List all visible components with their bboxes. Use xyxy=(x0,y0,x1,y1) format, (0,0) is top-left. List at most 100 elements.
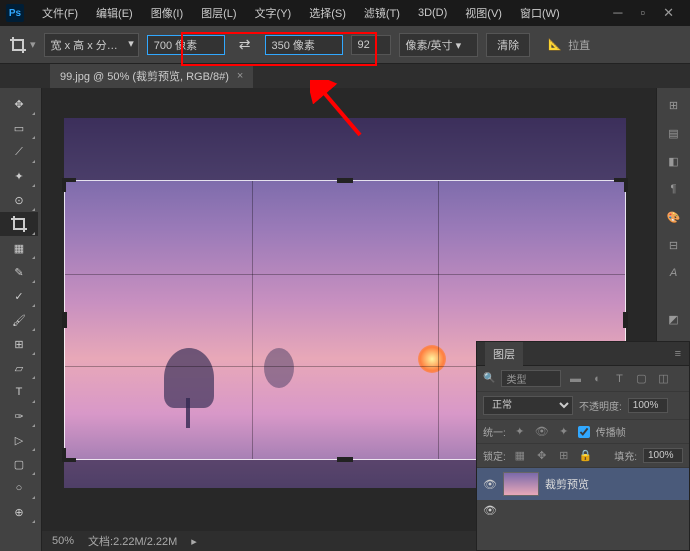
type-tool[interactable]: T xyxy=(0,380,38,404)
lock-pixels-icon[interactable]: ▦ xyxy=(512,449,528,463)
pen-tool[interactable]: ✑ xyxy=(0,404,38,428)
crop-handle-bottom[interactable] xyxy=(337,457,353,462)
layers-panel-header[interactable]: 图层 ≡ xyxy=(477,342,689,366)
channels-icon[interactable]: ◧ xyxy=(663,150,685,172)
marquee-tool[interactable]: ▭ xyxy=(0,116,38,140)
layers-icon[interactable]: ▤ xyxy=(663,122,685,144)
crop-preset-select[interactable]: 宽 x 高 x 分… ▾ xyxy=(44,33,139,57)
layer-visibility-icon[interactable]: 👁 xyxy=(483,504,497,517)
tab-close-icon[interactable]: × xyxy=(237,70,243,82)
crop-shield-top xyxy=(64,118,626,180)
crop-tool-icon xyxy=(10,37,26,53)
crop-grid-line xyxy=(438,181,439,459)
straighten-icon[interactable]: 📐 xyxy=(546,37,564,53)
zoom-level[interactable]: 50% xyxy=(52,535,74,547)
crop-handle-tl[interactable] xyxy=(62,178,66,192)
character-icon[interactable]: A xyxy=(663,262,685,284)
menu-image[interactable]: 图像(I) xyxy=(143,2,191,24)
layers-panel: 图层 ≡ 🔍 ▬ ◐ T ▢ ◫ 正常 不透明度: 统一: ✦ 👁 ✦ 传播帧 … xyxy=(476,341,690,551)
document-tabs: 99.jpg @ 50% (裁剪预览, RGB/8#) × xyxy=(0,64,690,88)
healing-tool[interactable]: ✓ xyxy=(0,284,38,308)
layer-visibility-icon[interactable]: 👁 xyxy=(483,478,497,491)
crop-grid-line xyxy=(252,181,253,459)
unify-label: 统一: xyxy=(483,424,506,439)
layer-filter-select[interactable] xyxy=(501,370,561,387)
propagate-checkbox[interactable] xyxy=(578,426,590,438)
swap-dimensions-button[interactable]: ⇄ xyxy=(233,34,257,55)
chevron-down-icon[interactable]: ▾ xyxy=(30,38,36,51)
paragraph-icon[interactable]: ¶ xyxy=(663,178,685,200)
crop-handle-right[interactable] xyxy=(623,312,628,328)
lasso-tool[interactable]: ⟋ xyxy=(0,140,38,164)
filter-shape-icon[interactable]: ▢ xyxy=(633,372,649,386)
menu-filter[interactable]: 滤镜(T) xyxy=(356,2,408,24)
frame-tool[interactable]: ▦ xyxy=(0,236,38,260)
close-button[interactable]: ✕ xyxy=(663,5,674,21)
crop-width-input[interactable] xyxy=(147,35,225,55)
menu-type[interactable]: 文字(Y) xyxy=(247,2,300,24)
adjustments-icon[interactable]: ⊟ xyxy=(663,234,685,256)
path-select-tool[interactable]: ▷ xyxy=(0,428,38,452)
crop-handle-bl[interactable] xyxy=(62,448,66,462)
menu-file[interactable]: 文件(F) xyxy=(34,2,86,24)
unify-vis-icon[interactable]: 👁 xyxy=(534,425,550,439)
layers-blend-row: 正常 不透明度: xyxy=(477,392,689,420)
crop-handle-top[interactable] xyxy=(337,178,353,183)
propagate-label: 传播帧 xyxy=(596,424,626,439)
layer-name[interactable]: 裁剪预览 xyxy=(545,476,589,492)
history-icon[interactable]: ◩ xyxy=(663,308,685,330)
move-tool[interactable]: ✥ xyxy=(0,92,38,116)
filter-pixel-icon[interactable]: ▬ xyxy=(567,372,583,386)
lock-all-icon[interactable]: 🔒 xyxy=(578,449,594,463)
lock-position-icon[interactable]: ✥ xyxy=(534,449,550,463)
tools-panel: ✥ ▭ ⟋ ✦ ⊙ ▦ ✎ ✓ 🖌 ⊞ ▱ T ✑ ▷ ▢ ○ ⊕ xyxy=(0,88,42,551)
minimize-button[interactable]: ─ xyxy=(613,5,622,21)
menu-bar: Ps 文件(F) 编辑(E) 图像(I) 图层(L) 文字(Y) 选择(S) 滤… xyxy=(0,0,690,26)
menu-layer[interactable]: 图层(L) xyxy=(193,2,244,24)
crop-tool[interactable] xyxy=(0,212,38,236)
brush-tool[interactable]: 🖌 xyxy=(0,308,38,332)
menu-3d[interactable]: 3D(D) xyxy=(410,4,455,22)
layers-tab[interactable]: 图层 xyxy=(485,342,523,366)
doc-size[interactable]: 文档:2.22M/2.22M xyxy=(88,533,177,549)
shape-tool[interactable]: ▢ xyxy=(0,452,38,476)
menu-select[interactable]: 选择(S) xyxy=(301,2,354,24)
magic-wand-tool[interactable]: ✦ xyxy=(0,164,38,188)
crop-height-input[interactable] xyxy=(265,35,343,55)
opacity-input[interactable] xyxy=(628,398,668,413)
filter-adjust-icon[interactable]: ◐ xyxy=(589,372,605,386)
hand-tool[interactable]: ○ xyxy=(0,476,38,500)
status-chevron-icon[interactable]: ▸ xyxy=(191,535,197,548)
panel-menu-icon[interactable]: ≡ xyxy=(675,348,681,360)
fill-input[interactable] xyxy=(643,448,683,463)
maximize-button[interactable]: ▫ xyxy=(640,5,645,21)
menu-window[interactable]: 窗口(W) xyxy=(512,2,568,24)
filter-smart-icon[interactable]: ◫ xyxy=(655,372,671,386)
crop-handle-left[interactable] xyxy=(62,312,67,328)
properties-icon[interactable]: ⊞ xyxy=(663,94,685,116)
unify-style-icon[interactable]: ✦ xyxy=(556,425,572,439)
blend-mode-select[interactable]: 正常 xyxy=(483,396,573,415)
opacity-label: 不透明度: xyxy=(579,398,622,413)
stamp-tool[interactable]: ⊞ xyxy=(0,332,38,356)
layer-thumbnail[interactable] xyxy=(503,472,539,496)
swatches-icon[interactable]: 🎨 xyxy=(663,206,685,228)
straighten-label: 拉直 xyxy=(568,37,590,53)
document-tab[interactable]: 99.jpg @ 50% (裁剪预览, RGB/8#) × xyxy=(50,64,253,88)
zoom-tool[interactable]: ⊕ xyxy=(0,500,38,524)
crop-handle-tr[interactable] xyxy=(624,178,628,192)
resolution-input[interactable] xyxy=(351,35,391,55)
quick-select-tool[interactable]: ⊙ xyxy=(0,188,38,212)
unify-pos-icon[interactable]: ✦ xyxy=(512,425,528,439)
menu-view[interactable]: 视图(V) xyxy=(457,2,510,24)
lock-artboard-icon[interactable]: ⊞ xyxy=(556,449,572,463)
menu-edit[interactable]: 编辑(E) xyxy=(88,2,141,24)
eyedropper-tool[interactable]: ✎ xyxy=(0,260,38,284)
eraser-tool[interactable]: ▱ xyxy=(0,356,38,380)
window-controls: ─ ▫ ✕ xyxy=(613,5,684,21)
layer-row[interactable]: 👁 裁剪预览 xyxy=(477,468,689,500)
filter-type-icon[interactable]: T xyxy=(611,372,627,386)
clear-button[interactable]: 清除 xyxy=(486,33,530,57)
resolution-unit-select[interactable]: 像素/英寸 ▾ xyxy=(399,33,479,57)
layers-lock-row: 锁定: ▦ ✥ ⊞ 🔒 填充: xyxy=(477,444,689,468)
